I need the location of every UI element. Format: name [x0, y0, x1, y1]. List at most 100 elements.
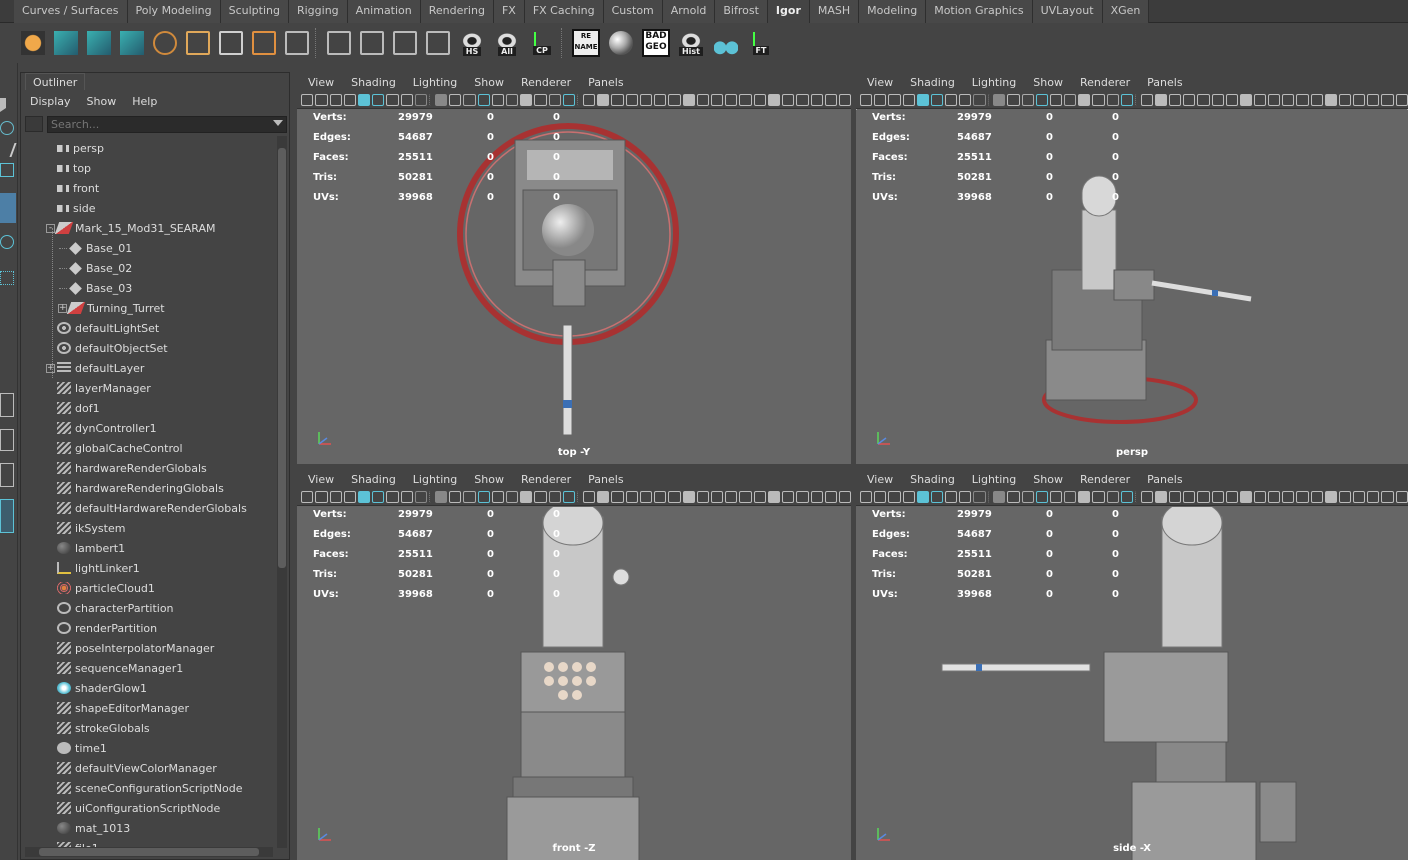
outliner-item[interactable]: dof1 [57, 398, 100, 418]
scale-tool-icon[interactable] [0, 235, 14, 249]
panel-toolbar-icon[interactable] [839, 93, 851, 106]
outliner-item[interactable]: sceneConfigurationScriptNode [57, 778, 243, 798]
panel-toolbar-icon[interactable] [491, 93, 505, 106]
expand-icon[interactable]: + [58, 304, 67, 313]
rotate-tool-icon[interactable] [0, 193, 16, 223]
glasses-button[interactable] [710, 27, 742, 59]
panel-toolbar-icon[interactable] [1197, 93, 1210, 106]
panel-toolbar-icon[interactable] [434, 93, 448, 106]
outliner-item[interactable]: shaderGlow1 [57, 678, 147, 698]
panel-toolbar-icon[interactable] [400, 490, 413, 503]
outliner-item[interactable]: uiConfigurationScriptNode [57, 798, 220, 818]
panel-toolbar-icon[interactable] [548, 490, 561, 503]
igor-tool-3-icon[interactable] [117, 27, 147, 59]
panel-toolbar-icon[interactable] [1225, 490, 1238, 503]
shelf-tab-mash[interactable]: MASH [809, 0, 860, 23]
outliner-item[interactable]: front [57, 178, 99, 198]
shelf-tab-fx-caching[interactable]: FX Caching [524, 0, 604, 23]
outliner-item[interactable]: defaultLayer [57, 358, 144, 378]
panel-toolbar-icon[interactable] [916, 490, 929, 503]
panel-toolbar-icon[interactable] [902, 490, 915, 503]
outliner-item[interactable]: particleCloud1 [57, 578, 155, 598]
panel-toolbar-icon[interactable] [696, 490, 709, 503]
panel-toolbar-icon[interactable] [839, 490, 851, 503]
panel-menu-show[interactable]: Show [1033, 473, 1063, 486]
panel-toolbar-icon[interactable] [725, 93, 738, 106]
panel-toolbar-icon[interactable] [1367, 93, 1380, 106]
panel-toolbar-icon[interactable] [520, 490, 533, 503]
panel-toolbar-icon[interactable] [1134, 93, 1139, 106]
outliner-item[interactable]: ikSystem [57, 518, 125, 538]
panel-toolbar-icon[interactable] [562, 490, 576, 503]
panel-menu-view[interactable]: View [867, 76, 893, 89]
menu-help[interactable]: Help [132, 95, 157, 108]
outliner-item[interactable]: layerManager [57, 378, 151, 398]
panel-toolbar-icon[interactable] [902, 93, 915, 106]
outliner-item[interactable]: top [57, 158, 91, 178]
panel-toolbar-icon[interactable] [1353, 93, 1366, 106]
panel-toolbar-icon[interactable] [597, 93, 610, 106]
panel-toolbar-icon[interactable] [449, 490, 462, 503]
outliner-item[interactable]: globalCacheControl [57, 438, 183, 458]
panel-toolbar-icon[interactable] [639, 93, 653, 106]
search-input[interactable] [47, 115, 287, 133]
panel-toolbar-icon[interactable] [993, 490, 1006, 503]
outliner-item[interactable]: sequenceManager1 [57, 658, 183, 678]
panel-toolbar-icon[interactable] [888, 93, 901, 106]
panel-toolbar-icon[interactable] [577, 490, 581, 503]
panel-toolbar-icon[interactable] [400, 93, 413, 106]
panel-toolbar-icon[interactable] [414, 490, 428, 503]
panel-toolbar-icon[interactable] [959, 490, 972, 503]
panel-toolbar-icon[interactable] [1211, 490, 1224, 503]
panel-toolbar-icon[interactable] [1324, 93, 1337, 106]
panel-toolbar-icon[interactable] [739, 93, 752, 106]
panel-toolbar-icon[interactable] [1282, 490, 1295, 503]
panel-menu-panels[interactable]: Panels [1147, 473, 1182, 486]
outliner-item[interactable]: Mark_15_Mod31_SEARAM [54, 218, 216, 238]
panel-toolbar-icon[interactable] [597, 490, 610, 503]
outliner-item[interactable]: defaultHardwareRenderGlobals [57, 498, 247, 518]
panel-toolbar-icon[interactable] [682, 93, 695, 106]
shelf-tab-bifrost[interactable]: Bifrost [715, 0, 768, 23]
ft-button[interactable]: FT [745, 27, 777, 59]
panel-toolbar-icon[interactable] [1120, 93, 1133, 106]
panel-toolbar-icon[interactable] [1092, 93, 1105, 106]
menu-display[interactable]: Display [30, 95, 71, 108]
panel-toolbar-icon[interactable] [506, 93, 519, 106]
shelf-tab-sculpting[interactable]: Sculpting [220, 0, 289, 23]
outliner-item[interactable]: strokeGlobals [57, 718, 150, 738]
panel-toolbar-icon[interactable] [1064, 93, 1077, 106]
outliner-item[interactable]: persp [57, 138, 104, 158]
viewport-persp[interactable]: View Shading Lighting Show Renderer Panels Ve… [856, 73, 1408, 464]
panel-menu-show[interactable]: Show [474, 473, 504, 486]
scrollbar-thumb[interactable] [39, 848, 259, 856]
panel-toolbar-icon[interactable] [1154, 93, 1167, 106]
panel-toolbar-icon[interactable] [611, 93, 624, 106]
shelf-tab-modeling[interactable]: Modeling [859, 0, 927, 23]
sphere-button[interactable] [605, 27, 637, 59]
igor-tool-10-icon[interactable] [357, 27, 387, 59]
panel-toolbar-icon[interactable] [1183, 490, 1196, 503]
panel-toolbar-icon[interactable] [710, 490, 724, 503]
panel-toolbar-icon[interactable] [429, 490, 433, 503]
panel-menu-shading[interactable]: Shading [910, 76, 955, 89]
search-options-icon[interactable] [25, 116, 43, 132]
menu-show[interactable]: Show [87, 95, 117, 108]
outliner-item[interactable]: defaultObjectSet [57, 338, 168, 358]
panel-toolbar-icon[interactable] [739, 490, 752, 503]
panel-toolbar-icon[interactable] [1338, 93, 1352, 106]
outliner-item[interactable]: side [57, 198, 96, 218]
panel-toolbar-icon[interactable] [1049, 93, 1063, 106]
expand-icon[interactable]: + [46, 364, 55, 373]
collapse-icon[interactable]: - [46, 224, 55, 233]
panel-toolbar-icon[interactable] [1253, 490, 1267, 503]
panel-toolbar-icon[interactable] [1324, 490, 1337, 503]
layout-side-icon[interactable] [0, 463, 14, 487]
panel-toolbar-icon[interactable] [767, 93, 780, 106]
panel-menu-lighting[interactable]: Lighting [972, 473, 1016, 486]
badgeo-button[interactable]: BAD GEO [640, 27, 672, 59]
shelf-tab-motion-graphics[interactable]: Motion Graphics [926, 0, 1033, 23]
hs-button[interactable]: HS [456, 27, 488, 59]
panel-toolbar-icon[interactable] [582, 93, 596, 106]
panel-menu-renderer[interactable]: Renderer [1080, 76, 1130, 89]
